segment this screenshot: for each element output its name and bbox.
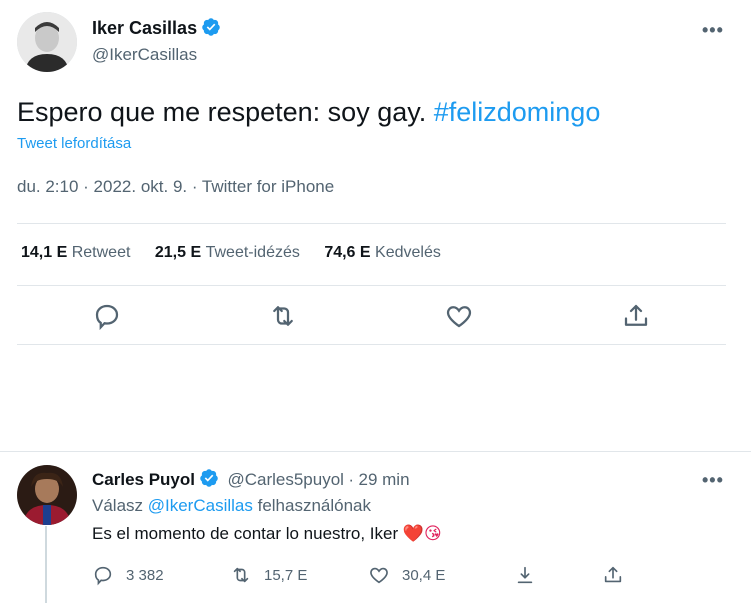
reply-text: Es el momento de contar lo nuestro, Iker…: [92, 524, 442, 544]
like-stat[interactable]: 74,6 E Kedvelés: [324, 244, 441, 261]
reply-like-button[interactable]: 30,4 E: [368, 563, 445, 587]
reply-retweet-button[interactable]: 15,7 E: [230, 563, 307, 587]
quote-tweet-stat[interactable]: 21,5 E Tweet-idézés: [155, 244, 300, 261]
share-icon: [604, 566, 622, 583]
reply-reply-button[interactable]: 3 382: [92, 563, 164, 587]
retweet-icon: [233, 567, 249, 583]
retweet-icon: [273, 306, 293, 326]
reply-more-options-icon[interactable]: •••: [702, 470, 724, 491]
reply-time[interactable]: 29 min: [359, 470, 410, 489]
more-options-icon[interactable]: •••: [702, 20, 724, 41]
reply-count: 3 382: [126, 566, 164, 584]
verified-badge-icon: [202, 18, 220, 36]
retweet-button[interactable]: [268, 301, 298, 331]
stats-row: 14,1 E Retweet 21,5 E Tweet-idézés 74,6 …: [21, 244, 441, 262]
download-icon: [517, 566, 533, 584]
reply-button[interactable]: [92, 301, 122, 331]
translate-tweet-link[interactable]: Tweet lefordítása: [17, 135, 131, 152]
author-handle[interactable]: @IkerCasillas: [92, 45, 197, 65]
avatar-photo-icon: [17, 465, 77, 525]
divider: [17, 344, 726, 345]
reply-icon: [94, 566, 112, 586]
author-name[interactable]: Iker Casillas: [92, 18, 197, 38]
reply-author-name[interactable]: Carles Puyol: [92, 470, 195, 489]
avatar[interactable]: [17, 12, 77, 72]
reply-author-handle[interactable]: @Carles5puyol: [227, 470, 343, 489]
reply-share-button[interactable]: [602, 563, 636, 587]
avatar-photo-icon: [17, 12, 77, 72]
tweet-timestamp[interactable]: du. 2:10 · 2022. okt. 9. · Twitter for i…: [17, 177, 334, 197]
heart-kiss-emoji-icon: ❤️😘: [402, 524, 442, 544]
separator: ·: [348, 470, 355, 489]
share-button[interactable]: [621, 301, 651, 331]
replying-to: Válasz @IkerCasillas felhasználónak: [92, 496, 371, 516]
replying-prefix: Válasz: [92, 496, 148, 515]
tweet-text: Espero que me respeten: soy gay. #felizd…: [17, 95, 600, 129]
like-button[interactable]: [444, 301, 474, 331]
reply-download-button[interactable]: [514, 563, 548, 587]
share-icon: [624, 304, 648, 326]
heart-icon: [370, 567, 388, 584]
reply-icon: [95, 304, 119, 331]
reply-text-body: Es el momento de contar lo nuestro, Iker: [92, 524, 403, 543]
verified-badge-icon: [200, 469, 218, 487]
replying-mention-link[interactable]: @IkerCasillas: [148, 496, 253, 515]
divider: [17, 285, 726, 286]
retweet-count: 15,7 E: [264, 566, 308, 584]
retweet-stat[interactable]: 14,1 E Retweet: [21, 244, 130, 261]
divider: [17, 223, 726, 224]
thread-line: [45, 526, 47, 603]
tweet-text-body: Espero que me respeten: soy gay.: [17, 97, 434, 127]
heart-icon: [446, 306, 472, 328]
divider: [0, 451, 751, 452]
replying-suffix: felhasználónak: [252, 496, 372, 515]
like-count: 30,4 E: [402, 566, 446, 584]
hashtag-link[interactable]: #felizdomingo: [434, 97, 601, 127]
reply-header: Carles Puyol @Carles5puyol · 29 min: [92, 468, 410, 490]
reply-avatar[interactable]: [17, 465, 77, 525]
